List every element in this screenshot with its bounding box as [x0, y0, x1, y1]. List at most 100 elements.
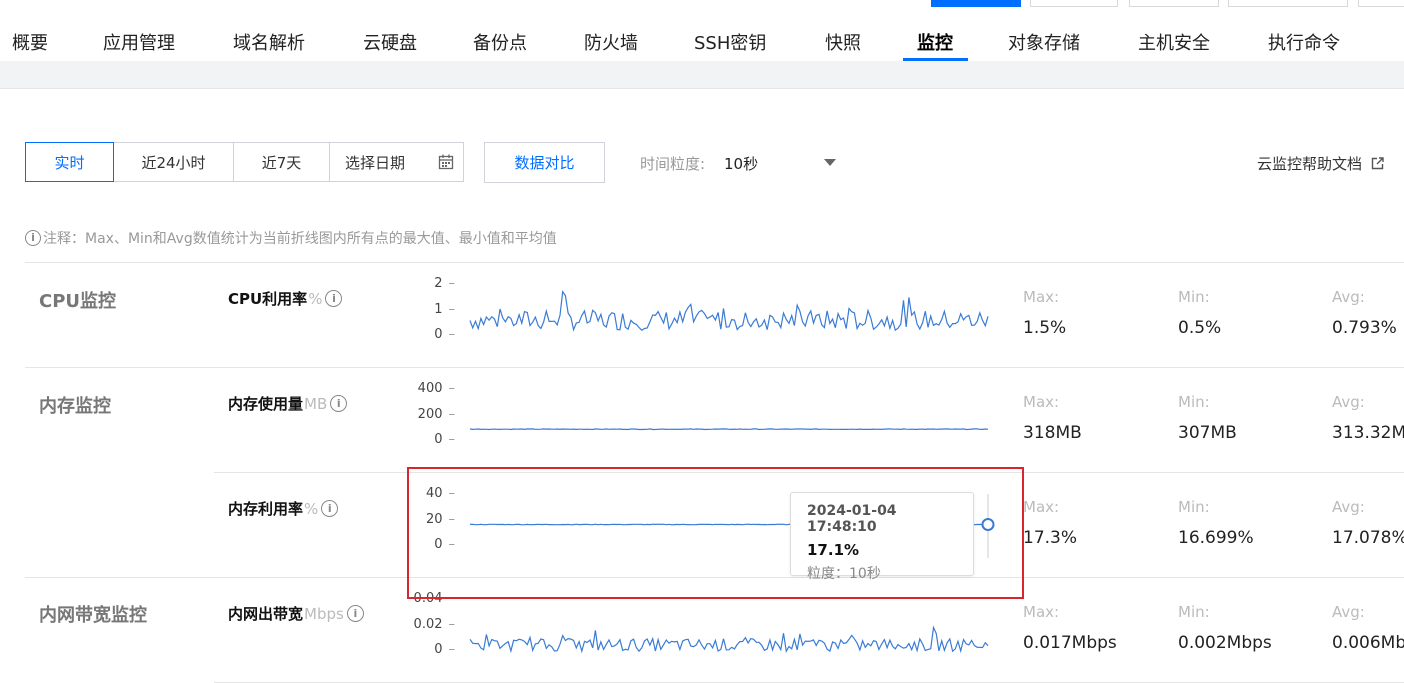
stat-label-max: Max:: [1023, 288, 1060, 306]
stat-label-min: Min:: [1178, 603, 1210, 621]
tab-7[interactable]: 快照: [825, 29, 861, 55]
y-tick-label: 0: [434, 642, 443, 657]
tooltip-granularity: 粒度：10秒: [807, 566, 881, 582]
range-7d-button[interactable]: 近7天: [233, 142, 330, 182]
stat-label-min: Min:: [1178, 288, 1210, 306]
tab-1[interactable]: 应用管理: [103, 29, 175, 55]
metric-name-cpu_usage: CPU利用率% i: [228, 288, 343, 309]
tab-9[interactable]: 对象存储: [1008, 29, 1080, 55]
stat-label-avg: Avg:: [1332, 288, 1365, 306]
metric-label: CPU利用率: [228, 290, 308, 308]
info-icon: i: [25, 230, 41, 246]
chart-cpu_usage[interactable]: [469, 284, 990, 344]
metric-unit: Mbps: [304, 604, 344, 623]
metric-unit: %: [308, 289, 323, 308]
info-icon[interactable]: i: [325, 290, 343, 307]
stat-value-min: 0.5%: [1178, 318, 1222, 338]
group-title-cpu: CPU监控: [39, 291, 117, 312]
stat-value-min: 16.699%: [1178, 528, 1254, 548]
divider: [25, 262, 1404, 263]
stat-label-avg: Avg:: [1332, 498, 1365, 516]
y-tick-label: 0.02: [413, 616, 443, 632]
help-doc-link[interactable]: 云监控帮助文档: [1257, 153, 1384, 174]
top-button-5[interactable]: [1358, 0, 1404, 7]
stat-value-max: 1.5%: [1023, 318, 1067, 338]
info-icon[interactable]: i: [346, 605, 364, 622]
metric-unit: MB: [304, 394, 328, 413]
y-tick: 0.02–: [413, 616, 455, 632]
stats-note-text: 注释：Max、Min和Avg数值统计为当前折线图内所有点的最大值、最小值和平均值: [43, 231, 557, 247]
date-picker-label: 选择日期: [345, 153, 406, 172]
top-button-2[interactable]: [1030, 0, 1118, 7]
stat-value-min: 307MB: [1178, 423, 1237, 443]
info-icon[interactable]: i: [321, 500, 339, 517]
stat-label-max: Max:: [1023, 498, 1060, 516]
stat-value-avg: 17.078%: [1332, 528, 1404, 548]
stat-value-max: 0.017Mbps: [1023, 633, 1117, 653]
tab-0[interactable]: 概要: [12, 29, 48, 55]
calendar-icon: [438, 154, 454, 170]
top-primary-button[interactable]: [931, 0, 1021, 7]
metric-name-net_out: 内网出带宽 Mbps i: [228, 603, 364, 624]
divider: [25, 367, 1404, 368]
range-24h-button[interactable]: 近24小时: [113, 142, 234, 182]
y-tick: 200–: [417, 406, 455, 422]
date-picker[interactable]: 选择日期: [329, 142, 464, 182]
series-line: [469, 428, 989, 431]
group-title-memory: 内存监控: [39, 396, 111, 417]
stat-value-avg: 0.006Mbps: [1332, 633, 1404, 653]
help-doc-label: 云监控帮助文档: [1257, 155, 1363, 173]
y-tick: 0–: [434, 432, 455, 447]
chevron-down-icon[interactable]: [824, 159, 836, 166]
tab-3[interactable]: 云硬盘: [363, 29, 417, 55]
stats-note: i 注释：Max、Min和Avg数值统计为当前折线图内所有点的最大值、最小值和平…: [25, 228, 557, 248]
tooltip-time: 2024-01-04 17:48:10: [807, 503, 897, 535]
granularity-label: 时间粒度:: [640, 155, 706, 173]
series-line: [469, 625, 989, 654]
tab-6[interactable]: SSH密钥: [694, 29, 766, 55]
y-tick-label: 400: [417, 381, 443, 396]
info-icon[interactable]: i: [330, 395, 348, 412]
top-button-3[interactable]: [1129, 0, 1219, 7]
metric-unit: %: [304, 499, 319, 518]
y-tick-label: 200: [417, 406, 443, 422]
stat-label-max: Max:: [1023, 393, 1060, 411]
metric-label: 内存利用率: [228, 500, 304, 518]
stat-label-avg: Avg:: [1332, 603, 1365, 621]
y-tick: 1–: [434, 301, 455, 317]
chart-tooltip: 2024-01-04 17:48:10 17.1% 粒度：10秒: [790, 492, 974, 582]
stat-label-max: Max:: [1023, 603, 1060, 621]
stat-label-min: Min:: [1178, 393, 1210, 411]
page-band: [0, 61, 1404, 89]
range-realtime-button[interactable]: 实时: [25, 142, 114, 182]
metric-name-mem_usage: 内存利用率% i: [228, 498, 339, 519]
stat-value-avg: 313.32MB: [1332, 423, 1404, 443]
stat-value-max: 17.3%: [1023, 528, 1078, 548]
stat-label-avg: Avg:: [1332, 393, 1365, 411]
metric-label: 内网出带宽: [228, 605, 304, 623]
chart-mem_used[interactable]: [469, 389, 990, 449]
y-tick-label: 2: [434, 276, 443, 291]
group-title-network: 内网带宽监控: [39, 605, 147, 626]
tooltip-value: 17.1%: [807, 541, 860, 559]
y-tick-label: 0: [434, 432, 443, 447]
tab-11[interactable]: 执行命令: [1268, 29, 1340, 55]
granularity-select[interactable]: 10秒: [724, 153, 758, 174]
y-tick: 400–: [417, 381, 455, 396]
y-tick: 0–: [434, 642, 455, 657]
series-line: [469, 290, 989, 332]
compare-button[interactable]: 数据对比: [484, 142, 605, 183]
tab-8[interactable]: 监控: [917, 29, 953, 55]
y-tick: 0–: [434, 327, 455, 342]
stat-value-avg: 0.793%: [1332, 318, 1397, 338]
tab-4[interactable]: 备份点: [473, 29, 527, 55]
tab-5[interactable]: 防火墙: [584, 29, 638, 55]
stat-value-max: 318MB: [1023, 423, 1082, 443]
tab-10[interactable]: 主机安全: [1138, 29, 1210, 55]
metric-name-mem_used: 内存使用量 MB i: [228, 393, 348, 414]
y-tick-label: 1: [434, 301, 443, 317]
tab-2[interactable]: 域名解析: [233, 29, 305, 55]
stat-label-min: Min:: [1178, 498, 1210, 516]
chart-net_out[interactable]: [469, 599, 990, 659]
top-button-4[interactable]: [1228, 0, 1348, 7]
